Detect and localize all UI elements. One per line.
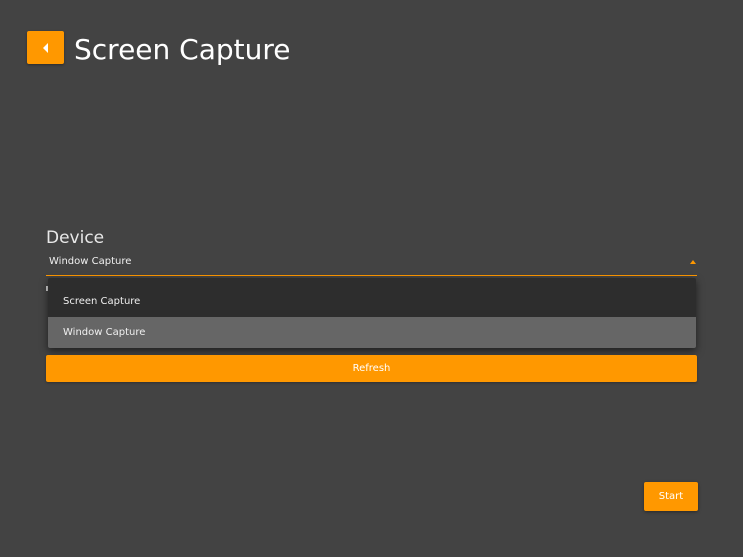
device-select-value: Window Capture — [49, 256, 132, 267]
page-title: Screen Capture — [74, 33, 291, 66]
back-arrow-icon — [41, 42, 51, 54]
device-select[interactable]: Window Capture — [46, 252, 697, 276]
chevron-up-icon — [690, 260, 696, 264]
refresh-button[interactable]: Refresh — [46, 355, 697, 382]
start-button[interactable]: Start — [644, 482, 698, 511]
dropdown-option-window-capture[interactable]: Window Capture — [48, 317, 696, 348]
dropdown-option-screen-capture[interactable]: Screen Capture — [48, 286, 696, 317]
device-label: Device — [46, 228, 105, 248]
device-dropdown-list: Screen Capture Window Capture — [48, 278, 696, 348]
back-button[interactable] — [27, 31, 64, 64]
